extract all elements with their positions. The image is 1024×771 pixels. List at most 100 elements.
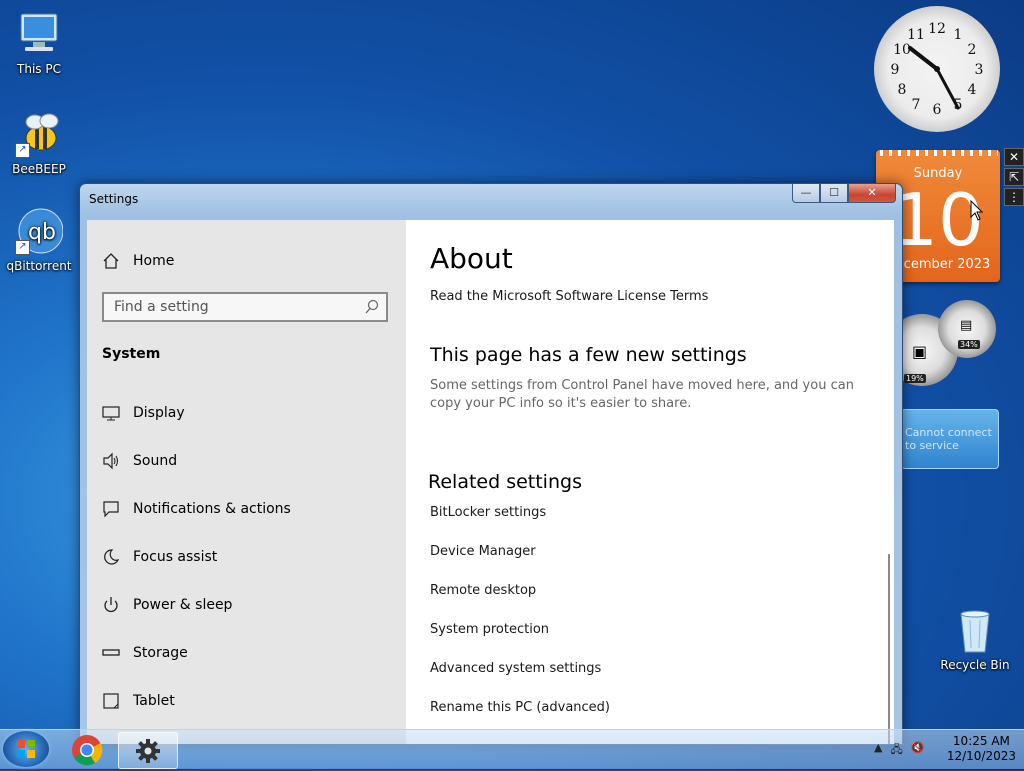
home-icon (101, 251, 121, 271)
tablet-icon (101, 691, 121, 711)
minimize-button[interactable]: — (792, 184, 820, 203)
search-input[interactable]: Find a setting (102, 292, 388, 322)
notification-icon (101, 499, 121, 519)
svg-text:qb: qb (28, 220, 56, 245)
gadget-close-icon[interactable]: ✕ (1004, 148, 1024, 166)
nav-item-tablet[interactable]: Tablet (101, 689, 175, 713)
bee-icon: ↗ (15, 110, 63, 158)
svg-text:12: 12 (928, 21, 946, 37)
weather-gadget[interactable]: Cannot connect to service (901, 409, 999, 469)
power-icon (101, 595, 121, 615)
search-icon[interactable] (364, 299, 380, 319)
nav-item-notifications[interactable]: Notifications & actions (101, 497, 291, 521)
svg-text:2: 2 (968, 42, 977, 58)
gadget-drag-icon[interactable]: ⋮ (1004, 188, 1024, 206)
close-button[interactable]: ✕ (848, 184, 896, 203)
system-tray: ▲ 🖧 🔇 (874, 741, 924, 760)
svg-text:10: 10 (893, 42, 911, 58)
memory-usage: 34% (958, 340, 980, 349)
desktop-icon-label: Recycle Bin (940, 658, 1010, 672)
nav-home[interactable]: Home (101, 249, 174, 273)
content-pane: About Read the Microsoft Software Licens… (406, 220, 894, 744)
storage-icon (101, 643, 121, 663)
network-icon[interactable]: 🖧 (890, 741, 902, 760)
nav-item-label: Display (133, 405, 185, 421)
mouse-cursor-icon (970, 200, 984, 221)
svg-text:9: 9 (891, 62, 900, 78)
nav-item-focus-assist[interactable]: Focus assist (101, 545, 217, 569)
page-title: About (430, 242, 513, 275)
svg-text:8: 8 (898, 82, 907, 98)
chrome-icon (72, 734, 103, 765)
desktop-icon-qbittorrent[interactable]: qb ↗ qBittorrent (0, 207, 78, 273)
desktop-icon-recycle-bin[interactable]: Recycle Bin (936, 606, 1014, 672)
clock-face-icon: 1212 345 678 91011 (891, 21, 984, 118)
license-terms-link[interactable]: Read the Microsoft Software License Term… (430, 289, 708, 304)
taskbar-settings-button[interactable] (118, 732, 178, 769)
moon-icon (101, 547, 121, 567)
related-link-rename-pc[interactable]: Rename this PC (advanced) (430, 700, 610, 715)
memory-meter-gadget[interactable]: ▤ 34% (938, 300, 996, 358)
taskbar: ▲ 🖧 🔇 10:25 AM 12/10/2023 (0, 729, 1024, 769)
svg-text:6: 6 (933, 102, 942, 118)
chip-icon: ▣ (912, 342, 928, 361)
speaker-icon (101, 451, 121, 471)
related-link-advanced-system[interactable]: Advanced system settings (430, 661, 601, 676)
desktop-icon-beebeep[interactable]: ↗ BeeBEEP (0, 110, 78, 176)
related-link-bitlocker[interactable]: BitLocker settings (430, 505, 546, 520)
related-settings-heading: Related settings (428, 471, 582, 493)
nav-item-label: Power & sleep (133, 597, 233, 613)
taskbar-date: 12/10/2023 (946, 749, 1016, 763)
show-hidden-icons-arrow-icon[interactable]: ▲ (874, 741, 882, 760)
shortcut-arrow-icon: ↗ (15, 240, 30, 255)
nav-item-power-sleep[interactable]: Power & sleep (101, 593, 232, 617)
nav-section-title: System (102, 346, 161, 362)
gear-icon (136, 738, 160, 763)
nav-item-sound[interactable]: Sound (101, 449, 177, 473)
calendar-rings (880, 150, 998, 156)
nav-item-display[interactable]: Display (101, 401, 185, 425)
desktop-icon-label: qBittorrent (6, 259, 72, 273)
gadget-resize-icon[interactable]: ⇱ (1004, 168, 1024, 186)
clock-gadget[interactable]: 1212 345 678 91011 (874, 6, 1000, 132)
maximize-button[interactable]: ☐ (820, 184, 848, 203)
computer-icon (15, 10, 63, 58)
taskbar-time: 10:25 AM (952, 734, 1010, 748)
svg-text:3: 3 (975, 62, 984, 78)
svg-text:11: 11 (907, 27, 925, 43)
taskbar-clock[interactable]: 10:25 AM 12/10/2023 (947, 734, 1016, 764)
svg-text:4: 4 (968, 82, 977, 98)
settings-window[interactable]: Settings — ☐ ✕ Home Find a setting Syste… (79, 183, 903, 745)
taskbar-chrome-button[interactable] (58, 732, 116, 767)
nav-item-label: Storage (133, 645, 188, 661)
nav-item-label: Tablet (133, 693, 175, 709)
desktop-icon-label: This PC (17, 62, 61, 76)
related-link-system-protection[interactable]: System protection (430, 622, 549, 637)
shortcut-arrow-icon: ↗ (15, 143, 30, 158)
nav-item-label: Notifications & actions (133, 501, 291, 517)
related-link-device-manager[interactable]: Device Manager (430, 544, 536, 559)
search-placeholder: Find a setting (114, 299, 209, 315)
qbittorrent-icon: qb ↗ (15, 207, 64, 255)
start-button[interactable] (3, 731, 49, 767)
nav-item-label: Sound (133, 453, 178, 469)
desktop-icon-label: BeeBEEP (12, 162, 66, 176)
window-title: Settings (89, 192, 139, 206)
weather-message: Cannot connect to service (905, 426, 992, 452)
window-controls: — ☐ ✕ (792, 184, 896, 203)
scrollbar[interactable] (888, 554, 890, 744)
recycle-bin-icon (951, 606, 999, 654)
volume-muted-icon[interactable]: 🔇 (911, 741, 925, 760)
svg-text:1: 1 (954, 27, 963, 43)
memory-icon: ▤ (960, 318, 973, 333)
windows-logo-icon (17, 740, 35, 758)
settings-client-area: Home Find a setting System Display Sound… (87, 220, 894, 744)
related-link-remote-desktop[interactable]: Remote desktop (430, 583, 536, 598)
nav-item-storage[interactable]: Storage (101, 641, 188, 665)
nav-home-label: Home (133, 253, 175, 269)
nav-pane: Home Find a setting System Display Sound… (87, 220, 406, 744)
desktop-icon-this-pc[interactable]: This PC (0, 10, 78, 76)
display-icon (101, 403, 121, 423)
svg-text:7: 7 (912, 97, 921, 113)
cpu-usage: 19% (904, 374, 926, 383)
